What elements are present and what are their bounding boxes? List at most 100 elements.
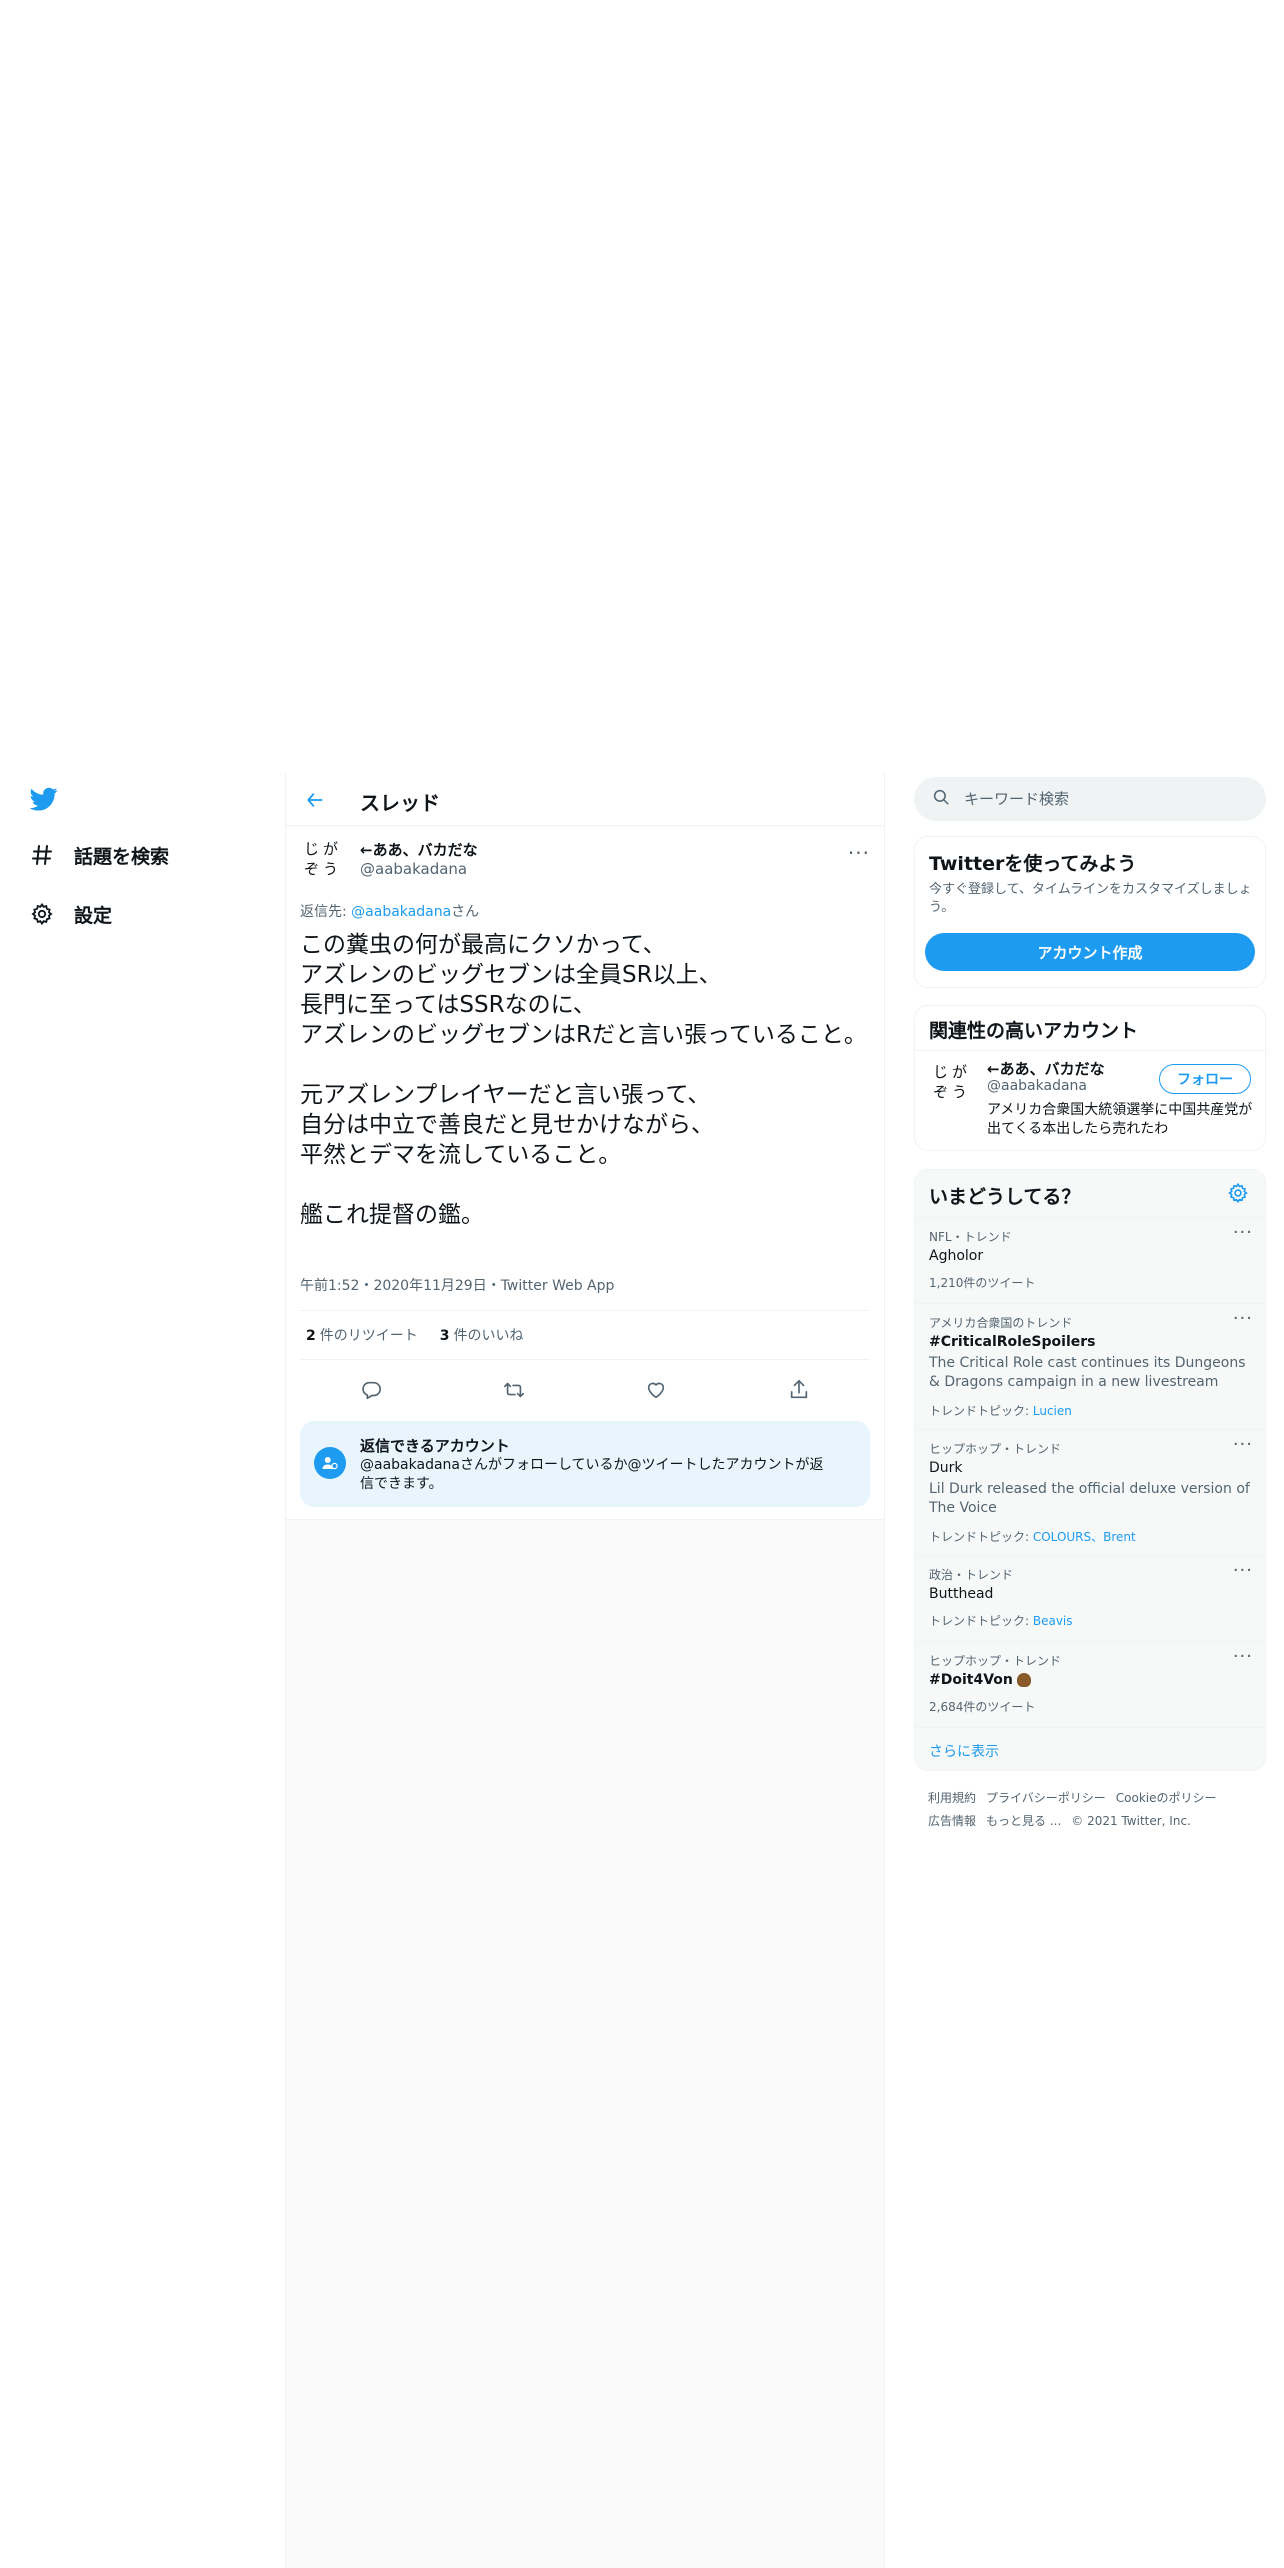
hashtag-icon xyxy=(28,841,56,869)
trend-category: アメリカ合衆国のトレンド xyxy=(929,1316,1073,1330)
handle[interactable]: @aabakadana xyxy=(360,860,467,878)
right-sidebar: Twitterを使ってみよう 今すぐ登録して、タイムラインをカスタマイズしましょ… xyxy=(900,773,1284,2568)
nav-settings-label: 設定 xyxy=(74,904,113,927)
reply-restriction-title: 返信できるアカウント xyxy=(360,1437,510,1455)
retweet-stat[interactable]: 2 件のリツイート xyxy=(306,1325,418,1345)
trend-category: ヒップホップ・トレンド xyxy=(929,1442,1062,1456)
trend-item[interactable]: NFL・トレンド ··· Agholor 1,210件のツイート xyxy=(915,1217,1265,1303)
footer-link-ads[interactable]: 広告情報 xyxy=(928,1814,976,1828)
trend-count: 2,684件のツイート xyxy=(929,1700,1036,1714)
show-more-link[interactable]: さらに表示 xyxy=(929,1741,999,1761)
right-divider xyxy=(884,773,885,2568)
like-icon[interactable] xyxy=(638,1372,674,1408)
trend-title-row: #Doit4Von xyxy=(929,1672,1031,1688)
divider xyxy=(915,1050,1265,1051)
trend-item[interactable]: ヒップホップ・トレンド ··· #Doit4Von 2,684件のツイート xyxy=(915,1641,1265,1727)
suggested-bio: アメリカ合衆国大統領選挙に中国共産党が出てくる本出したら売れたわ xyxy=(987,1102,1253,1137)
avatar[interactable]: じがぞう xyxy=(304,839,344,879)
trends-card: いまどうしてる？ NFL・トレンド ··· Agholor 1,210件のツイー… xyxy=(914,1169,1266,1771)
reply-mention-link[interactable]: @aabakadana xyxy=(351,904,451,920)
tweet-actions xyxy=(300,1372,870,1408)
nav-explore[interactable]: 話題を検索 xyxy=(28,835,169,875)
tweet-stats: 2 件のリツイート 3 件のいいね xyxy=(306,1325,524,1345)
footer-link-cookies[interactable]: Cookieのポリシー xyxy=(1116,1791,1217,1805)
trend-topic-prefix: トレンドトピック: xyxy=(929,1614,1033,1628)
search-icon xyxy=(932,788,950,810)
reply-restriction-notice: 返信できるアカウント @aabakadanaさんがフォローしているか@ツイートし… xyxy=(300,1421,870,1507)
more-icon[interactable]: ··· xyxy=(1233,1222,1253,1243)
left-navigation: 話題を検索 設定 xyxy=(0,773,286,2568)
more-icon[interactable]: ··· xyxy=(1233,1560,1253,1581)
related-title: 関連性の高いアカウント xyxy=(929,1020,1139,1042)
trend-description: Lil Durk released the official deluxe ve… xyxy=(929,1481,1250,1516)
like-stat[interactable]: 3 件のいいね xyxy=(440,1325,524,1345)
more-icon[interactable]: ··· xyxy=(1233,1434,1253,1455)
retweet-label: 件のリツイート xyxy=(319,1328,418,1344)
divider xyxy=(915,1727,1265,1728)
share-icon[interactable] xyxy=(781,1372,817,1408)
trend-topic-prefix: トレンドトピック: xyxy=(929,1404,1033,1418)
signup-card: Twitterを使ってみよう 今すぐ登録して、タイムラインをカスタマイズしましょ… xyxy=(914,836,1266,988)
tweet-timestamp[interactable]: 午前1:52・2020年11月29日・Twitter Web App xyxy=(300,1275,614,1295)
like-label: 件のいいね xyxy=(453,1328,524,1344)
trend-item[interactable]: ヒップホップ・トレンド ··· Durk Lil Durk released t… xyxy=(915,1429,1265,1555)
trend-description: The Critical Role cast continues its Dun… xyxy=(929,1355,1246,1390)
trend-title: #Doit4Von xyxy=(929,1672,1013,1688)
trend-title: #CriticalRoleSpoilers xyxy=(929,1334,1096,1350)
reply-to-prefix: 返信先: xyxy=(300,904,352,920)
trend-title: Durk xyxy=(929,1460,963,1476)
avatar[interactable]: じがぞう xyxy=(933,1062,973,1102)
footer-link-terms[interactable]: 利用規約 xyxy=(928,1791,976,1805)
trend-category: NFL・トレンド xyxy=(929,1230,1012,1244)
like-count: 3 xyxy=(439,1328,450,1344)
footer-links: 利用規約 プライバシーポリシー Cookieのポリシー 広告情報 もっと見る ... ©… xyxy=(928,1787,1258,1833)
tweet-text: この糞虫の何が最高にクソかって、 アズレンのビッグセブンは全員SR以上、 長門に… xyxy=(300,932,867,1228)
trend-title: Agholor xyxy=(929,1248,984,1264)
trend-topic-link[interactable]: Lucien xyxy=(1033,1404,1072,1418)
more-icon[interactable]: ··· xyxy=(848,841,870,865)
nav-settings[interactable]: 設定 xyxy=(28,894,112,934)
create-account-button[interactable]: アカウント作成 xyxy=(925,933,1255,971)
gear-icon[interactable] xyxy=(1227,1182,1251,1206)
signup-subtitle: 今すぐ登録して、タイムラインをカスタマイズしましょう。 xyxy=(929,882,1252,915)
trend-topic-link[interactable]: COLOURS、Brent xyxy=(1033,1530,1136,1544)
thread-header: スレッド xyxy=(286,773,884,826)
search-bar[interactable] xyxy=(914,777,1266,821)
user-mention-icon xyxy=(314,1447,346,1479)
reply-icon[interactable] xyxy=(353,1372,389,1408)
display-name[interactable]: ←ああ、バカだな xyxy=(360,839,478,860)
more-icon[interactable]: ··· xyxy=(1233,1308,1253,1329)
back-arrow-icon[interactable] xyxy=(300,785,330,815)
related-accounts-card: 関連性の高いアカウント じがぞう ←ああ、バカだな @aabakadana フォ… xyxy=(914,1005,1266,1151)
reply-restriction-description: @aabakadanaさんがフォローしているか@ツイートしたアカウントが返信でき… xyxy=(360,1457,824,1492)
signup-title: Twitterを使ってみよう xyxy=(929,853,1137,875)
suggested-name[interactable]: ←ああ、バカだな xyxy=(987,1058,1105,1079)
follow-button[interactable]: フォロー xyxy=(1159,1064,1251,1094)
reply-to-suffix: さん xyxy=(451,904,480,920)
trend-category: ヒップホップ・トレンド xyxy=(929,1654,1062,1668)
copyright: © 2021 Twitter, Inc. xyxy=(1071,1814,1191,1828)
page-title: スレッド xyxy=(360,791,440,815)
trend-topic-link[interactable]: Beavis xyxy=(1033,1614,1073,1628)
main-column: スレッド じがぞう ←ああ、バカだな @aabakadana ··· 返信先: … xyxy=(286,773,884,2568)
divider xyxy=(300,1359,870,1360)
trend-item[interactable]: 政治・トレンド ··· Butthead トレンドトピック: Beavis xyxy=(915,1555,1265,1641)
divider xyxy=(300,1310,870,1311)
reply-to: 返信先: @aabakadanaさん xyxy=(300,901,479,921)
trend-item[interactable]: アメリカ合衆国のトレンド ··· #CriticalRoleSpoilers T… xyxy=(915,1303,1265,1429)
more-icon[interactable]: ··· xyxy=(1233,1646,1253,1667)
trend-topic-prefix: トレンドトピック: xyxy=(929,1530,1033,1544)
tweet: じがぞう ←ああ、バカだな @aabakadana ··· 返信先: @aaba… xyxy=(286,827,884,1520)
gear-icon xyxy=(28,900,56,928)
trends-title: いまどうしてる？ xyxy=(929,1186,1081,1208)
twitter-logo-icon[interactable] xyxy=(28,785,60,813)
search-input[interactable] xyxy=(964,790,1254,808)
nav-explore-label: 話題を検索 xyxy=(74,845,170,868)
suggested-handle[interactable]: @aabakadana xyxy=(987,1078,1087,1094)
retweet-count: 2 xyxy=(306,1328,316,1344)
retweet-icon[interactable] xyxy=(496,1372,532,1408)
footer-link-privacy[interactable]: プライバシーポリシー xyxy=(986,1791,1106,1805)
footer-link-more[interactable]: もっと見る ... xyxy=(986,1814,1061,1828)
trend-count: 1,210件のツイート xyxy=(929,1276,1036,1290)
trend-title: Butthead xyxy=(929,1586,994,1602)
